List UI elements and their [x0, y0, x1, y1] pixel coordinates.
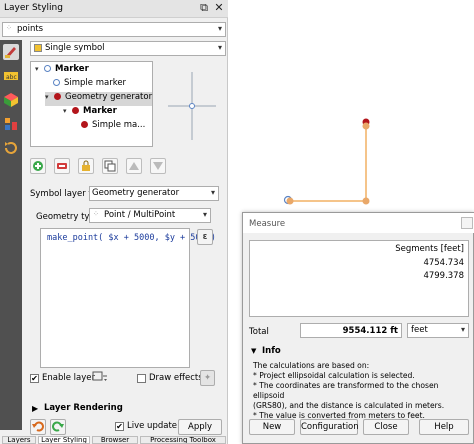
- tab-processing-toolbox[interactable]: Processing Toolbox: [140, 436, 226, 444]
- simple-marker-icon: [53, 79, 60, 86]
- marker-icon: [44, 65, 51, 72]
- move-up-button[interactable]: [126, 158, 142, 174]
- enable-layer-checkbox[interactable]: ✔: [30, 374, 39, 383]
- chevron-down-icon[interactable]: ▼: [251, 347, 256, 355]
- measure-dialog: Measure Segments [feet] 4754.734 4799.37…: [242, 212, 474, 444]
- close-button[interactable]: Close: [363, 419, 409, 435]
- collapse-icon[interactable]: ▾: [63, 107, 72, 115]
- data-defined-override-icon[interactable]: [92, 369, 108, 386]
- diagrams-tab-icon[interactable]: [3, 116, 19, 132]
- labels-tab-icon[interactable]: abc: [3, 68, 19, 84]
- unit-value: feet: [411, 325, 428, 335]
- symbology-tab-icon[interactable]: [3, 44, 19, 60]
- expression-builder-button[interactable]: ε: [197, 229, 213, 245]
- symbol-layer-type-combo[interactable]: Geometry generator ▾: [89, 186, 219, 201]
- info-header[interactable]: Info: [262, 346, 281, 356]
- tree-item-geometry-generator[interactable]: ▾ Geometry generator: [45, 92, 152, 106]
- expression-editor[interactable]: make_point( $x + 5000, $y + 5000): [40, 228, 216, 368]
- draw-effects-checkbox[interactable]: [137, 374, 146, 383]
- layer-combo-value: points: [17, 24, 44, 34]
- geometry-generator-icon: [54, 93, 61, 100]
- panel-title: Layer Styling: [4, 3, 63, 13]
- 3d-view-tab-icon[interactable]: [3, 92, 19, 108]
- measure-vertex: [362, 197, 370, 205]
- total-field[interactable]: 9554.112 ft: [300, 323, 402, 338]
- style-tab-strip: abc: [0, 40, 22, 430]
- expression-text[interactable]: make_point( $x + 5000, $y + 5000): [47, 233, 216, 243]
- segment-value: 4799.378: [423, 271, 464, 281]
- point-geometry-icon: ⁘: [93, 210, 99, 218]
- renderer-combo-value: Single symbol: [45, 43, 105, 53]
- total-value: 9554.112 ft: [342, 326, 398, 336]
- unit-combo[interactable]: feet ▾: [407, 323, 469, 338]
- marker-icon: [72, 107, 79, 114]
- svg-text:abc: abc: [6, 74, 17, 81]
- apply-button[interactable]: Apply: [178, 419, 222, 435]
- tab-layer-styling[interactable]: Layer Styling: [38, 436, 90, 444]
- configuration-button[interactable]: Configuration: [300, 419, 359, 435]
- tree-item-simple-marker-sub[interactable]: Simple ma...: [81, 120, 145, 134]
- history-tab-icon[interactable]: [3, 140, 19, 156]
- chevron-down-icon: ▾: [210, 188, 215, 197]
- panel-title-bar: Layer Styling ⧉ ✕: [0, 0, 228, 18]
- symbol-layer-type-value: Geometry generator: [92, 188, 180, 198]
- live-update-checkbox[interactable]: ✔: [115, 422, 124, 431]
- collapse-icon[interactable]: ▾: [45, 93, 54, 101]
- enable-layer-label: Enable layer: [42, 373, 95, 383]
- add-symbol-layer-button[interactable]: [30, 158, 46, 174]
- single-symbol-icon: [34, 44, 42, 52]
- layer-combo[interactable]: ⁘ points ▾: [2, 22, 226, 37]
- live-update-label: Live update: [127, 421, 178, 431]
- draw-effects-label: Draw effects: [149, 373, 203, 383]
- chevron-down-icon: ▾: [217, 43, 222, 52]
- tab-browser[interactable]: Browser: [92, 436, 138, 444]
- info-text: The calculations are based on: * Project…: [253, 361, 445, 420]
- duplicate-layer-button[interactable]: [102, 158, 118, 174]
- total-label: Total: [249, 327, 269, 337]
- symbol-tree: ▾ Marker Simple marker ▾ Geometry generato…: [30, 61, 153, 147]
- points-layer-icon: ⁘: [6, 24, 12, 32]
- move-down-button[interactable]: [150, 158, 166, 174]
- simple-marker-icon: [81, 121, 88, 128]
- remove-symbol-layer-button[interactable]: [54, 158, 70, 174]
- measure-vertex: [362, 122, 370, 130]
- redo-button[interactable]: [50, 419, 66, 435]
- tab-layers[interactable]: Layers: [2, 436, 36, 444]
- help-button[interactable]: Help: [419, 419, 469, 435]
- tree-item-marker-sub[interactable]: ▾ Marker: [63, 106, 117, 120]
- segments-table: Segments [feet] 4754.734 4799.378: [249, 240, 469, 317]
- measure-close-icon[interactable]: [461, 217, 473, 229]
- collapse-icon[interactable]: ▾: [35, 65, 44, 73]
- layer-styling-panel: Layer Styling ⧉ ✕ ⁘ points ▾ abc Single …: [0, 0, 228, 444]
- new-button[interactable]: New: [249, 419, 295, 435]
- layer-rendering-header[interactable]: Layer Rendering: [44, 403, 123, 413]
- symbol-preview: [168, 72, 216, 140]
- chevron-down-icon: ▾: [460, 325, 465, 334]
- effects-star-icon[interactable]: ✦: [200, 370, 215, 386]
- measure-vertex: [286, 197, 294, 205]
- segment-value: 4754.734: [423, 258, 464, 268]
- renderer-combo[interactable]: Single symbol ▾: [30, 41, 226, 56]
- float-icon[interactable]: ⧉: [198, 2, 210, 14]
- tree-item-marker[interactable]: ▾ Marker: [35, 64, 89, 78]
- chevron-down-icon: ▾: [202, 210, 207, 219]
- lock-icon[interactable]: [78, 158, 94, 174]
- geometry-type-combo[interactable]: ⁘ Point / MultiPoint ▾: [89, 208, 211, 223]
- measure-title-bar[interactable]: Measure: [243, 213, 474, 233]
- geometry-type-value: Point / MultiPoint: [104, 210, 176, 220]
- undo-button[interactable]: [30, 419, 46, 435]
- chevron-right-icon[interactable]: ▶: [32, 404, 38, 413]
- measure-title: Measure: [249, 219, 286, 229]
- close-icon[interactable]: ✕: [213, 2, 225, 14]
- segments-header: Segments [feet]: [395, 244, 464, 254]
- tree-item-simple-marker[interactable]: Simple marker: [53, 78, 126, 92]
- chevron-down-icon: ▾: [217, 24, 222, 33]
